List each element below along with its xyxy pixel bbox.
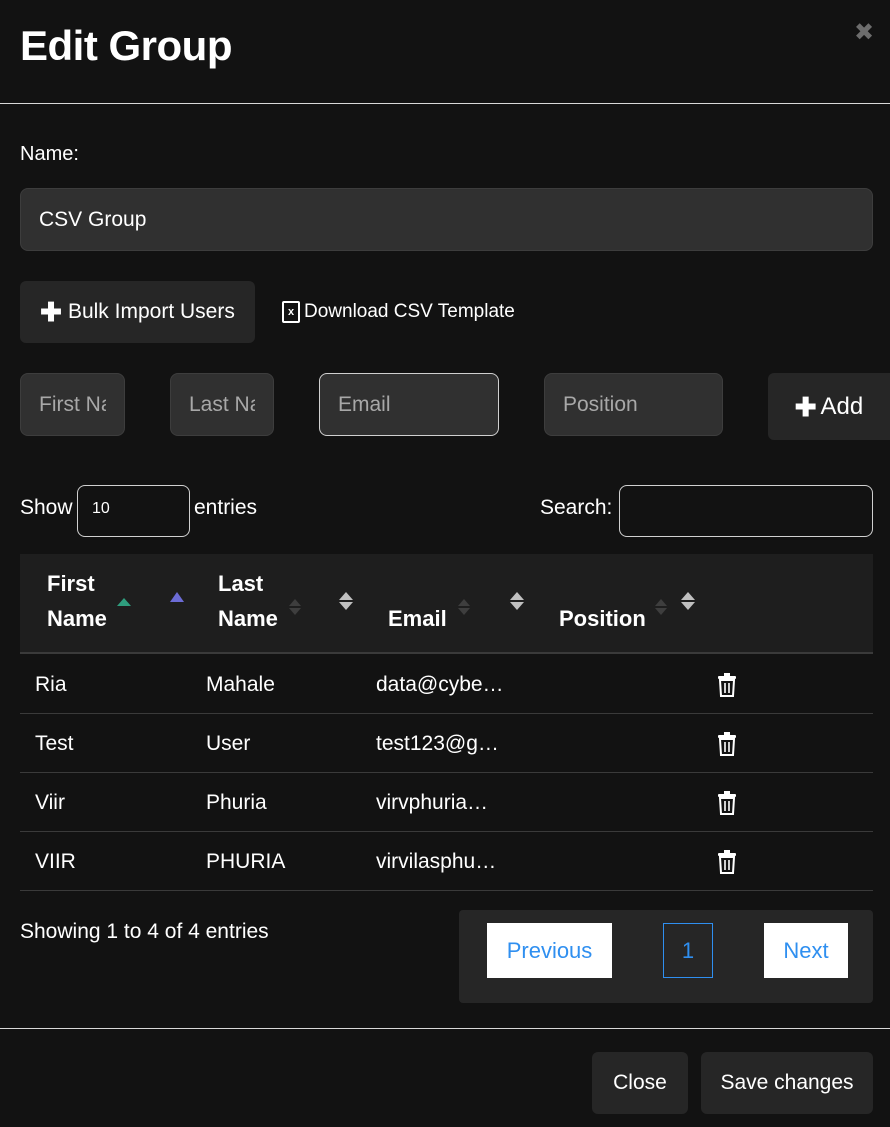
sort-active-icon [117,598,131,606]
add-user-button[interactable]: ✚ Add [768,373,890,440]
cell-first-name: Test [35,731,74,755]
table-row: VIIR PHURIA virvilasphu… [20,832,873,891]
sort-icon [339,592,353,610]
cell-email: data@cybe… [376,672,504,696]
cell-last-name: PHURIA [206,849,286,873]
email-input[interactable] [319,373,499,436]
entries-label: entries [194,496,258,519]
search-input[interactable] [619,485,873,537]
cell-first-name: Ria [35,672,67,696]
column-header-label: First Name [47,571,107,631]
page-1-button[interactable]: 1 [663,923,713,978]
column-header-position[interactable]: Position [559,554,689,654]
table-info: Showing 1 to 4 of 4 entries [20,920,269,943]
position-input[interactable] [544,373,723,436]
column-header-first-name[interactable]: First Name [47,554,167,654]
sort-icon [510,592,524,610]
cell-last-name: User [206,731,251,755]
cell-first-name: VIIR [35,849,76,873]
entries-per-page-select[interactable]: 10 [77,485,190,537]
trash-icon[interactable] [717,850,737,874]
previous-page-button[interactable]: Previous [487,923,612,978]
footer-divider [0,1028,890,1029]
cell-email: virvilasphu… [376,849,497,873]
table-row: Ria Mahale data@cybe… [20,655,873,714]
cell-last-name: Phuria [206,790,267,814]
first-name-input[interactable] [20,373,125,436]
show-label: Show [20,496,73,519]
name-label: Name: [20,143,79,165]
plus-icon: ✚ [40,297,62,327]
modal-title: Edit Group [20,22,232,69]
column-header-email[interactable]: Email [388,554,508,654]
sort-asc-icon [170,592,184,602]
trash-icon[interactable] [717,673,737,697]
column-header-last-name[interactable]: Last Name [218,554,338,654]
table-header: First Name Last Name Email Position [20,554,873,654]
cell-email: test123@g… [376,731,499,755]
search-label: Search: [540,496,613,519]
cell-last-name: Mahale [206,672,275,696]
plus-icon: ✚ [794,391,817,422]
sort-dim-icon [458,599,470,615]
header-divider [0,103,890,104]
save-changes-button[interactable]: Save changes [701,1052,873,1114]
table-row: Test User test123@g… [20,714,873,773]
next-page-button[interactable]: Next [764,923,848,978]
trash-icon[interactable] [717,791,737,815]
sort-icon [681,592,695,610]
excel-file-icon: x [282,301,300,323]
column-header-label: Position [559,606,646,631]
close-button[interactable]: Close [592,1052,688,1114]
trash-icon[interactable] [717,732,737,756]
last-name-input[interactable] [170,373,274,436]
column-header-label: Email [388,606,447,631]
close-icon[interactable]: ✖ [852,18,876,46]
download-csv-template-link[interactable]: x Download CSV Template [282,298,515,326]
sort-dim-icon [289,599,301,615]
bulk-import-users-button[interactable]: ✚ Bulk Import Users [20,281,255,343]
cell-email: virvphuria… [376,790,489,814]
table-row: Viir Phuria virvphuria… [20,773,873,832]
column-header-label: Last Name [218,571,278,631]
download-csv-template-label: Download CSV Template [304,301,515,322]
group-name-input[interactable] [20,188,873,251]
sort-dim-icon [655,599,667,615]
add-label: Add [820,392,864,420]
bulk-import-label: Bulk Import Users [67,300,235,323]
pagination: Previous 1 Next [459,910,873,1003]
cell-first-name: Viir [35,790,65,814]
